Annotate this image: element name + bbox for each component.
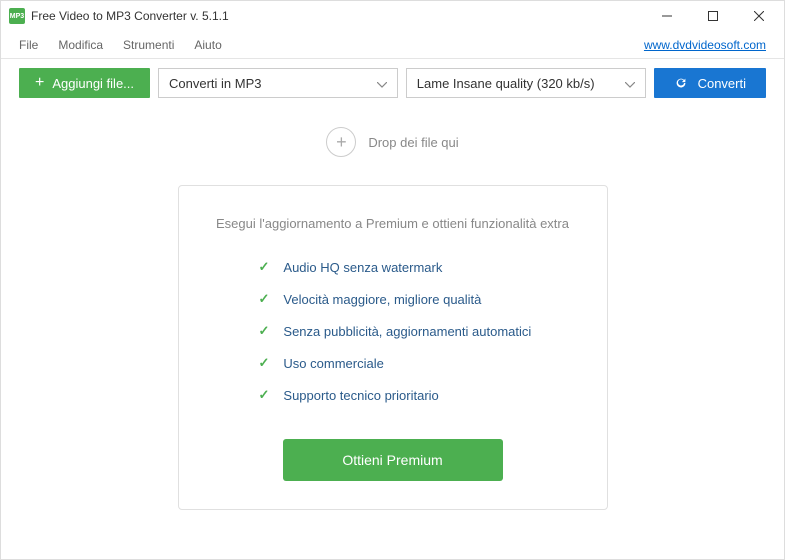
- list-item: ✓Audio HQ senza watermark: [259, 259, 532, 275]
- chevron-down-icon: [377, 76, 387, 91]
- add-file-button[interactable]: + Aggiungi file...: [19, 68, 150, 98]
- toolbar: + Aggiungi file... Converti in MP3 Lame …: [1, 59, 784, 107]
- window-title: Free Video to MP3 Converter v. 5.1.1: [31, 9, 644, 23]
- menubar: File Modifica Strumenti Aiuto www.dvdvid…: [1, 31, 784, 59]
- drop-label: Drop dei file qui: [368, 135, 458, 150]
- check-icon: ✓: [259, 291, 270, 307]
- premium-title: Esegui l'aggiornamento a Premium e ottie…: [216, 216, 569, 231]
- check-icon: ✓: [259, 387, 270, 403]
- minimize-button[interactable]: [644, 1, 690, 31]
- menu-file[interactable]: File: [13, 34, 48, 56]
- quality-select-value: Lame Insane quality (320 kb/s): [417, 76, 595, 91]
- app-icon: MP3: [9, 8, 25, 24]
- main-area: + Drop dei file qui Esegui l'aggiornamen…: [1, 107, 784, 510]
- get-premium-button[interactable]: Ottieni Premium: [283, 439, 503, 481]
- check-icon: ✓: [259, 355, 270, 371]
- premium-card: Esegui l'aggiornamento a Premium e ottie…: [178, 185, 608, 510]
- plus-icon: +: [35, 74, 44, 92]
- close-button[interactable]: [736, 1, 782, 31]
- menu-edit[interactable]: Modifica: [48, 34, 113, 56]
- maximize-button[interactable]: [690, 1, 736, 31]
- list-item: ✓Supporto tecnico prioritario: [259, 387, 532, 403]
- feature-list: ✓Audio HQ senza watermark ✓Velocità magg…: [199, 259, 532, 403]
- refresh-icon: [674, 76, 688, 90]
- drop-zone[interactable]: + Drop dei file qui: [326, 127, 458, 157]
- check-icon: ✓: [259, 259, 270, 275]
- plus-circle-icon: +: [326, 127, 356, 157]
- titlebar: MP3 Free Video to MP3 Converter v. 5.1.1: [1, 1, 784, 31]
- list-item: ✓Uso commerciale: [259, 355, 532, 371]
- add-file-label: Aggiungi file...: [52, 76, 134, 91]
- window-controls: [644, 1, 782, 31]
- website-link[interactable]: www.dvdvideosoft.com: [644, 38, 772, 52]
- convert-label: Converti: [698, 76, 746, 91]
- list-item: ✓Velocità maggiore, migliore qualità: [259, 291, 532, 307]
- chevron-down-icon: [625, 76, 635, 91]
- quality-select[interactable]: Lame Insane quality (320 kb/s): [406, 68, 646, 98]
- menu-help[interactable]: Aiuto: [184, 34, 231, 56]
- format-select-value: Converti in MP3: [169, 76, 261, 91]
- convert-button[interactable]: Converti: [654, 68, 766, 98]
- menu-tools[interactable]: Strumenti: [113, 34, 184, 56]
- list-item: ✓Senza pubblicità, aggiornamenti automat…: [259, 323, 532, 339]
- check-icon: ✓: [259, 323, 270, 339]
- format-select[interactable]: Converti in MP3: [158, 68, 398, 98]
